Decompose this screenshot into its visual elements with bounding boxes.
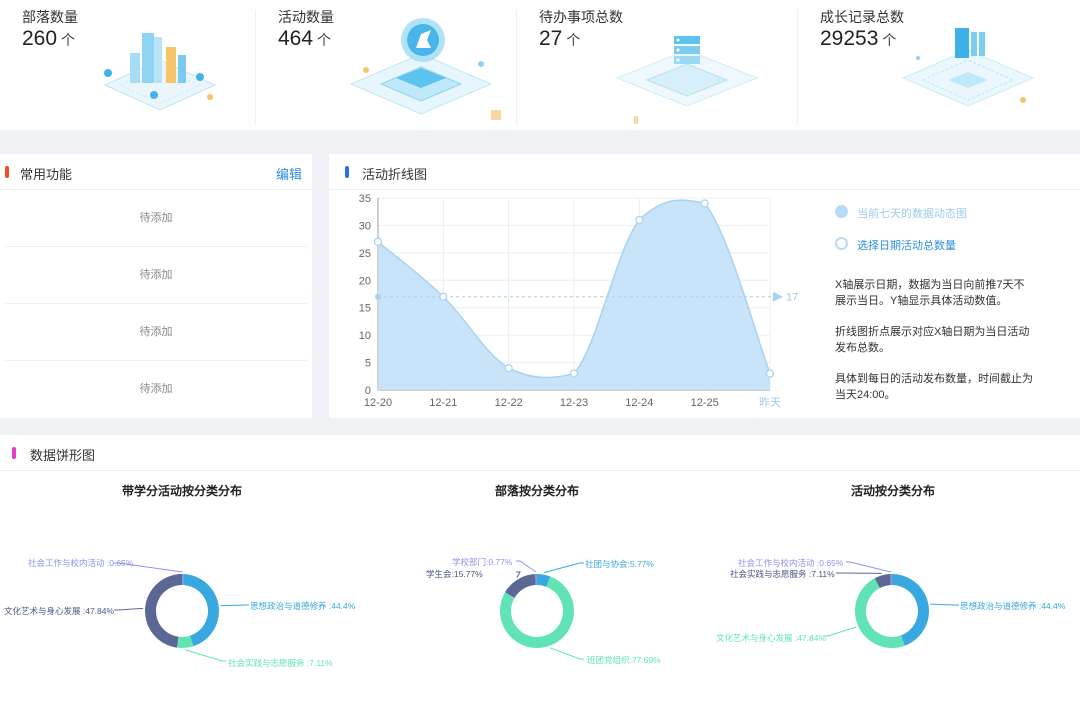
unicorn-platform-illustration-icon: [349, 18, 501, 120]
y-tick-label: 35: [359, 193, 371, 205]
function-slot[interactable]: 待添加: [5, 190, 307, 247]
y-tick-label: 0: [365, 385, 371, 397]
legend-label: 当前七天的数据动态图: [857, 208, 967, 220]
x-tick-label: 昨天: [759, 396, 781, 409]
stat-unit: 个: [566, 32, 581, 48]
markline-label: 17: [786, 292, 798, 304]
legend-hollow-dot-icon: [835, 237, 848, 250]
leader-line: [549, 647, 584, 660]
data-point[interactable]: [373, 237, 383, 246]
markline-start: [375, 293, 381, 300]
pie-slice-label: 文化艺术与身心发展 :47.84%: [716, 633, 827, 643]
stat-unit: 个: [61, 32, 76, 48]
panel-title: 常用功能: [20, 167, 73, 182]
x-tick-label: 12-21: [429, 397, 457, 409]
stat-label: 活动数量: [278, 9, 334, 25]
function-slot[interactable]: 待添加: [5, 247, 307, 304]
edit-button[interactable]: 编辑: [276, 164, 302, 183]
common-functions-panel: 常用功能 编辑 待添加 待添加 待添加 待添加: [0, 154, 312, 418]
activity-line-chart[interactable]: 0 5 10 15 20 25 30 35 12-20 12-21 12-22 12-23 12-24 1…: [329, 190, 809, 418]
pie-slice[interactable]: [505, 574, 536, 598]
y-tick-label: 25: [359, 248, 371, 260]
data-point[interactable]: [569, 369, 579, 378]
y-tick-label: 10: [359, 330, 371, 342]
markline-arrow-icon: [773, 291, 783, 302]
stat-value: 464: [278, 27, 314, 50]
leader-line: [185, 649, 226, 662]
pie-slice-label: 社会工作与校内活动 :0.65%: [738, 558, 844, 568]
pie-panel: 数据饼形图 带学分活动按分类分布 部落按分类分布 活动按分类分布 社会工作与校内…: [0, 435, 1080, 708]
leader-line: [516, 571, 521, 578]
pie-slice-label: 班团党组织:77.69%: [587, 655, 661, 665]
pie-slice-label: 社团与协会:5.77%: [585, 559, 654, 569]
leader-line: [516, 560, 537, 573]
stat-label: 成长记录总数: [820, 9, 904, 25]
panel-header: 活动折线图: [329, 154, 1080, 190]
y-tick-label: 20: [359, 275, 371, 287]
legend-label: 选择日期活动总数量: [857, 240, 956, 252]
pie-slice-label: 社会实践与志愿服务 :7.11%: [730, 569, 835, 579]
leader-line: [220, 604, 249, 607]
stat-card-tribes: 部落数量 260 个: [0, 0, 255, 130]
pie-slice-label: 思想政治与道德修养 :44.4%: [250, 601, 356, 611]
pie-slice-label: 社会实践与志愿服务 :7.11%: [228, 658, 333, 668]
stat-label: 待办事项总数: [539, 9, 623, 25]
pie-charts: [114, 560, 959, 662]
stat-unit: 个: [317, 32, 332, 48]
accent-bar: [345, 166, 349, 178]
stat-value: 29253: [820, 27, 879, 50]
stat-card-activities: 活动数量 464 个: [256, 0, 516, 130]
pie-slice-label: 学校部门:0.77%: [452, 557, 513, 567]
x-tick-label: 12-20: [364, 397, 392, 409]
leader-line: [114, 607, 144, 611]
stat-value: 260: [22, 27, 58, 50]
pie-slice-label: 学生会:15.77%: [426, 569, 483, 579]
pie-slice-label: 思想政治与道德修养 :44.4%: [960, 601, 1066, 611]
leader-line: [846, 561, 892, 573]
panel-header: 常用功能 编辑: [0, 154, 312, 190]
stat-unit: 个: [882, 32, 897, 48]
x-tick-label: 12-25: [691, 397, 719, 409]
stat-card-todos: 待办事项总数 27 个: [517, 0, 797, 130]
x-tick-label: 12-22: [495, 397, 523, 409]
leader-line: [930, 603, 959, 606]
data-point[interactable]: [635, 215, 644, 225]
chart-note: X轴展示日期，数据为当日向前推7天不展示当日。Y轴显示具体活动数值。: [835, 279, 1025, 307]
server-illustration-icon: [615, 36, 759, 124]
pie-slice[interactable]: [855, 578, 905, 648]
document-illustration-icon: [901, 28, 1035, 107]
chart-note: 折线图折点展示对应X轴日期为当日活动发布总数。: [835, 326, 1030, 354]
data-point[interactable]: [765, 369, 775, 378]
leader-line: [824, 626, 857, 637]
activity-line-panel: 活动折线图 0 5 10 15 20 25 30 35 12-20 12-21 12-22 12-23…: [329, 154, 1080, 418]
leader-line: [543, 562, 584, 574]
data-point[interactable]: [700, 199, 709, 208]
pie-slice[interactable]: [892, 574, 929, 646]
stats-bar: 部落数量 260 个 活动数量 464 个 待办事项总数 27 个 成长记录总数…: [0, 0, 1080, 130]
accent-bar: [5, 166, 9, 178]
city-illustration-icon: [103, 33, 217, 111]
y-tick-label: 15: [359, 303, 371, 315]
y-tick-label: 5: [365, 358, 371, 370]
panel-title: 活动折线图: [362, 167, 428, 182]
x-tick-label: 12-23: [560, 397, 588, 409]
chart-note: 具体到每日的活动发布数量，时间截止为当天24:00。: [835, 373, 1033, 401]
pie-slice-label: 文化艺术与身心发展 :47.84%: [4, 606, 115, 616]
stat-value: 27: [539, 27, 563, 50]
stat-label: 部落数量: [22, 9, 78, 25]
data-point[interactable]: [439, 292, 448, 301]
stat-card-growth-records: 成长记录总数 29253 个: [798, 0, 1080, 130]
y-tick-label: 30: [359, 220, 371, 232]
function-slot[interactable]: 待添加: [5, 304, 307, 361]
pie-slice[interactable]: [144, 574, 182, 648]
function-slot[interactable]: 待添加: [5, 361, 307, 418]
legend-filled-dot-icon: [835, 205, 848, 218]
x-tick-label: 12-24: [625, 397, 653, 409]
pie-slice[interactable]: [183, 574, 219, 647]
data-point[interactable]: [504, 363, 513, 373]
pie-slice-label: 社会工作与校内活动 :0.65%: [28, 558, 134, 568]
